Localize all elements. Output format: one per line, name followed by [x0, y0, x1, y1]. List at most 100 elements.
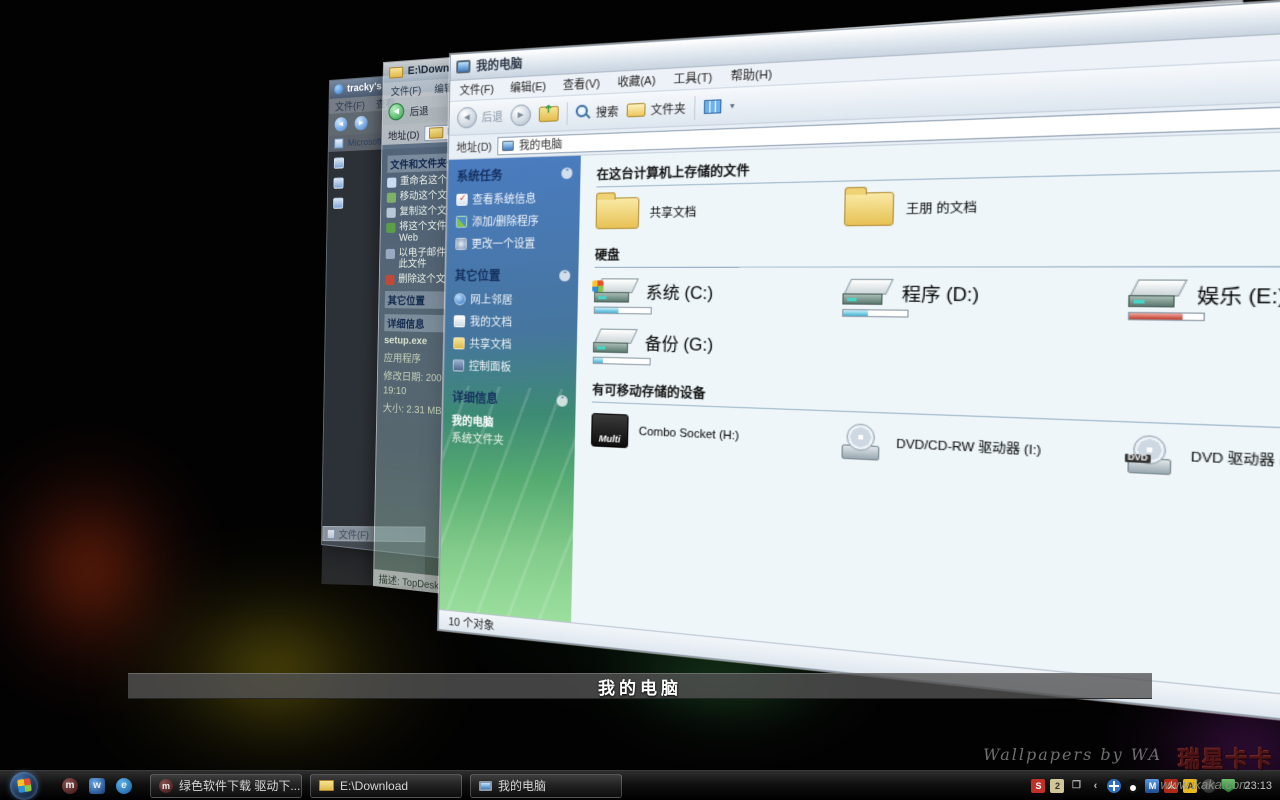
collapse-chevron-icon[interactable]: ˆ — [561, 167, 572, 179]
copy-icon — [386, 208, 395, 218]
delete-icon — [385, 275, 394, 285]
folders-icon[interactable] — [627, 103, 646, 118]
dvd-drive-icon: DVD — [1125, 434, 1178, 475]
kaka-lion-icon[interactable] — [1202, 779, 1216, 793]
collapse-chevron-icon[interactable]: ˆ — [559, 270, 570, 281]
usage-bar — [594, 307, 652, 315]
views-dropdown-icon[interactable]: ▾ — [730, 101, 735, 111]
shield-icon[interactable] — [1221, 779, 1235, 793]
download-menu-file[interactable]: 文件(F) — [391, 81, 422, 98]
system-tasks-header[interactable]: 系统任务 ˆ — [457, 164, 573, 185]
folder-icon — [319, 780, 334, 791]
folder-icon — [844, 192, 894, 227]
hdd-icon — [842, 279, 892, 306]
control-panel-icon — [453, 359, 465, 371]
trackys-title: tracky's — [347, 81, 382, 95]
drive-i-dvd-cdrw[interactable]: DVD/CD-RW 驱动器 (I:) — [839, 423, 1125, 473]
taskbar-button-download[interactable]: E:\Download — [310, 774, 462, 798]
ie-icon[interactable]: e — [116, 778, 132, 794]
back-label: 后退 — [482, 108, 503, 125]
maxthon-icon: m — [159, 779, 173, 793]
task-change-setting[interactable]: 更改一个设置 — [455, 235, 571, 252]
place-control-panel[interactable]: 控制面板 — [453, 357, 569, 377]
window-my-computer[interactable]: 我的电脑 ─ ❐ ✕ 文件(F) 编辑(E) 查看(V) 收藏(A) 工具(T)… — [438, 0, 1280, 782]
menu-file[interactable]: 文件(F) — [459, 81, 494, 99]
details-header[interactable]: 详细信息 ˆ — [452, 388, 568, 410]
forward-arrow-icon[interactable]: ► — [355, 116, 368, 131]
usage-bar — [1128, 312, 1205, 321]
search-label[interactable]: 搜索 — [596, 103, 619, 121]
up-button[interactable] — [539, 106, 559, 122]
card-reader-icon: Multi — [591, 413, 629, 448]
drive-g[interactable]: 备份 (G:) — [593, 328, 842, 370]
menu-view[interactable]: 查看(V) — [563, 75, 600, 94]
folder-icon — [596, 197, 640, 229]
rising-s-icon[interactable]: S — [1031, 779, 1045, 793]
collapse-chevron-icon[interactable]: ˆ — [557, 395, 568, 407]
system-info-icon — [456, 194, 468, 206]
maxthon-icon[interactable]: m — [62, 778, 78, 794]
toolbar-mini-icon — [333, 198, 343, 209]
input-method-icon[interactable]: 2 — [1050, 779, 1064, 793]
qq-icon[interactable] — [1126, 779, 1140, 793]
clock[interactable]: 23:13 — [1244, 780, 1272, 792]
hdd-icon — [594, 278, 638, 303]
folder-item-shared[interactable]: 共享文档 — [596, 193, 845, 229]
other-places-header[interactable]: 其它位置 ˆ — [455, 267, 571, 285]
taskbar-button-my-computer[interactable]: 我的电脑 — [470, 774, 622, 798]
menu-edit[interactable]: 编辑(E) — [510, 78, 546, 96]
menu-help[interactable]: 帮助(H) — [731, 65, 773, 85]
flame-icon[interactable]: 火 — [1164, 779, 1178, 793]
back-arrow-icon[interactable]: ◄ — [334, 117, 347, 132]
network-icon — [454, 293, 466, 305]
taskbar: m w e m 绿色软件下载 驱动下... E:\Download 我的电脑 S… — [0, 770, 1280, 800]
updater-cross-icon[interactable] — [1107, 779, 1121, 793]
start-button[interactable] — [10, 772, 38, 800]
trackys-menu-file[interactable]: 文件(F) — [335, 97, 365, 114]
place-my-documents[interactable]: 我的文档 — [454, 313, 570, 331]
desktop: 文件(F) tracky's 文件(F) 查看 ◄ ► Microsoft E:… — [0, 0, 1280, 800]
drive-e[interactable]: 娱乐 (E:) — [1128, 279, 1280, 324]
task-add-remove-programs[interactable]: 添加/删除程序 — [456, 212, 572, 230]
search-icon[interactable] — [576, 104, 591, 120]
watermark-script: Wallpapers by WA — [983, 745, 1162, 764]
place-network[interactable]: 网上邻居 — [454, 291, 570, 308]
shared-docs-icon — [453, 337, 465, 349]
menu-tools[interactable]: 工具(T) — [673, 68, 712, 87]
taskbar-button-browser[interactable]: m 绿色软件下载 驱动下... — [150, 774, 302, 798]
views-icon[interactable] — [704, 99, 722, 114]
drive-d[interactable]: 程序 (D:) — [842, 279, 1129, 320]
usage-bar — [593, 357, 651, 366]
place-shared-documents[interactable]: 共享文档 — [453, 335, 569, 354]
hdd-icon — [593, 328, 637, 354]
menu-favorites[interactable]: 收藏(A) — [617, 72, 656, 91]
collapse-chevron-icon[interactable]: ‹ — [1088, 779, 1102, 793]
windows-flag-icon — [592, 280, 603, 292]
letter-a-icon[interactable]: A — [1183, 779, 1197, 793]
task-view-system-info[interactable]: 查看系统信息 — [456, 189, 572, 208]
forward-button[interactable]: ► — [510, 104, 531, 126]
my-computer-icon — [456, 60, 470, 74]
address-label: 地址(D) — [388, 126, 420, 143]
flip-title-bar: 我的电脑 — [128, 673, 1152, 699]
trackys-link-label[interactable]: Microsoft — [348, 136, 382, 148]
section-system-tasks: 系统任务 ˆ 查看系统信息 添加/删除程序 更改一个设置 — [455, 164, 572, 252]
messenger-icon[interactable]: M — [1145, 779, 1159, 793]
section-other-places: 其它位置 ˆ 网上邻居 我的文档 共享文档 控制面板 — [453, 267, 571, 377]
quick-launch: m w e — [62, 778, 132, 794]
drive-j-dvd[interactable]: DVD DVD 驱动器 (J:) — [1125, 434, 1280, 489]
drive-h-card-reader[interactable]: Multi Combo Socket (H:) — [591, 413, 840, 459]
restore-icon[interactable]: ❐ — [1069, 779, 1083, 793]
flip-title-label: 我的电脑 — [598, 674, 682, 699]
folders-label[interactable]: 文件夹 — [651, 99, 686, 118]
folder-item-user-docs[interactable]: 王朋 的文档 — [844, 187, 1131, 226]
media-icon[interactable]: w — [89, 778, 105, 794]
back-button[interactable]: ◄ — [457, 107, 477, 129]
cd-drive-icon — [839, 423, 885, 461]
back-button-icon[interactable]: ◄ — [388, 102, 404, 120]
folder-icon — [429, 126, 443, 138]
my-computer-icon — [502, 140, 514, 151]
content-area: 在这台计算机上存储的文件 共享文档 王朋 的文档 硬盘 系统 (C:) 程序 (… — [571, 113, 1280, 752]
drive-c[interactable]: 系统 (C:) — [594, 278, 843, 316]
usage-bar — [842, 309, 909, 318]
